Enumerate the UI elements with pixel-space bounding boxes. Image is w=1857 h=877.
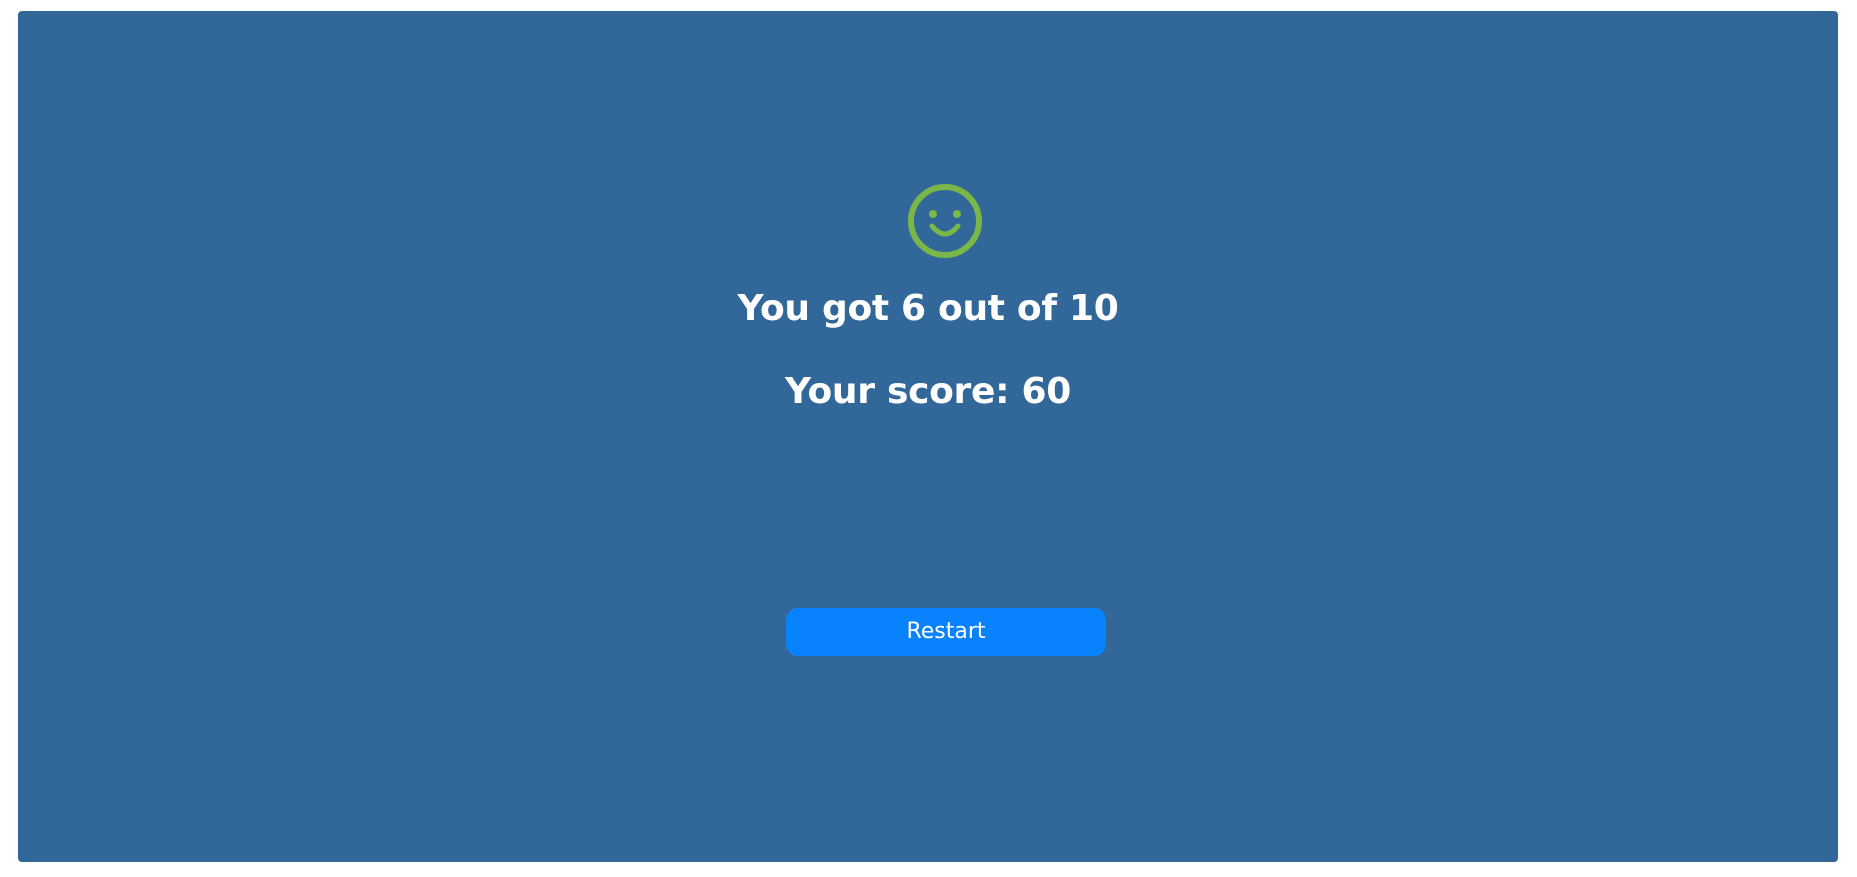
smiley-face-icon: [906, 182, 984, 260]
restart-button[interactable]: Restart: [786, 608, 1106, 656]
score-text: Your score: 60: [785, 371, 1071, 412]
correct-answers-text: You got 6 out of 10: [737, 288, 1119, 329]
result-panel: You got 6 out of 10 Your score: 60 Resta…: [18, 11, 1838, 862]
